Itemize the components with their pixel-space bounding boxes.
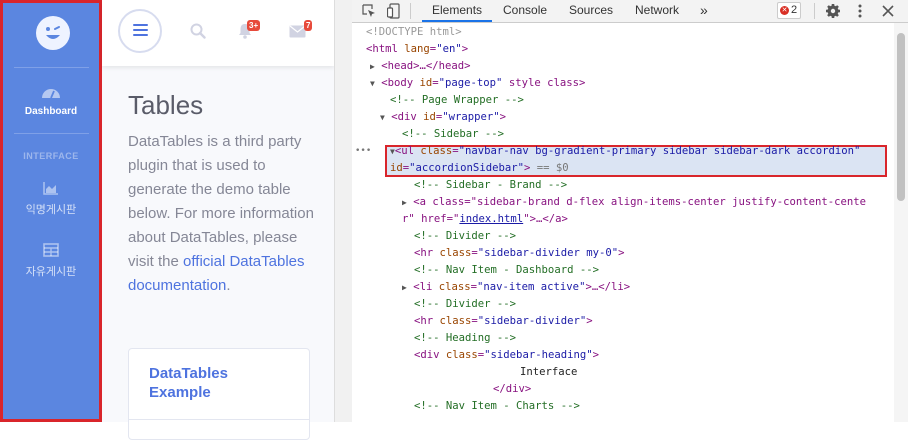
error-count: 2 (791, 4, 798, 16)
dom-line[interactable]: <hr class="sidebar-divider"> (414, 313, 593, 330)
dom-node: <a class="sidebar-brand d-flex align-ite… (413, 196, 867, 208)
devtools-panel: Elements Console Sources Network » ✕ 2 <!… (352, 0, 908, 422)
page-description: DataTables is a third party plugin that … (128, 130, 318, 298)
description-end: . (226, 277, 231, 294)
dom-line[interactable]: <!-- Page Wrapper --> (390, 92, 524, 109)
sidebar-item-label: 익명게시판 (25, 204, 77, 216)
expand-arrow-icon[interactable]: ▶ (370, 62, 375, 71)
dom-line[interactable]: <!-- Divider --> (414, 296, 516, 313)
dom-line-selected-cont[interactable]: id="accordionSidebar"> == $0 (390, 160, 569, 177)
expand-arrow-icon[interactable]: ▶ (402, 198, 407, 207)
dom-line[interactable]: <!-- Nav Item - Dashboard --> (414, 262, 599, 279)
page-content: 3+ 7 Tables DataTables is a third party … (102, 0, 334, 440)
ellipsis-icon[interactable]: ••• (355, 143, 371, 160)
page-scrollbar[interactable] (334, 0, 353, 422)
sidebar: Dashboard INTERFACE 익명게시판 자유게시판 (0, 0, 102, 422)
dom-line[interactable]: <!-- Sidebar - Brand --> (414, 177, 567, 194)
card-title: DataTables Example (149, 365, 228, 401)
dom-node: <div id="wrapper"> (391, 111, 507, 123)
more-tabs-button[interactable]: » (700, 0, 708, 22)
dom-node: <ul class="navbar-nav bg-gradient-primar… (394, 145, 861, 157)
error-counter[interactable]: ✕ 2 (777, 2, 802, 19)
scrollbar-thumb[interactable] (897, 33, 905, 201)
expand-arrow-icon[interactable]: ▶ (402, 283, 407, 292)
laugh-wink-icon[interactable] (36, 16, 70, 50)
dom-line[interactable]: <html lang="en"> (366, 41, 468, 58)
card-header-divider (129, 419, 309, 420)
inspect-element-icon[interactable] (361, 3, 377, 19)
dom-node: <head>…</head> (381, 60, 471, 72)
dom-line[interactable]: </div> (493, 381, 531, 398)
tab-console[interactable]: Console (503, 0, 547, 22)
messages-badge: 7 (304, 20, 313, 31)
dom-node: <body id="page-top" style class> (381, 77, 586, 89)
datatables-card: DataTables Example (128, 348, 310, 440)
alerts-badge: 3+ (247, 20, 261, 31)
tab-elements[interactable]: Elements (422, 0, 493, 22)
device-toolbar-icon[interactable] (387, 3, 401, 19)
devtools-scrollbar[interactable] (894, 23, 908, 422)
sidebar-item-dashboard[interactable]: Dashboard (3, 85, 99, 117)
sidebar-item-label: 자유게시판 (25, 266, 77, 278)
dom-line[interactable]: <hr class="sidebar-divider my-0"> (414, 245, 625, 262)
dom-line[interactable]: ▶ <head>…</head> (370, 58, 471, 75)
tab-sources[interactable]: Sources (569, 0, 613, 22)
dom-text-node[interactable]: Interface (520, 364, 577, 381)
collapse-arrow-icon[interactable]: ▼ (380, 113, 385, 122)
dom-line[interactable]: <!-- Nav Item - Charts --> (414, 398, 580, 415)
sidebar-item-anonymous-board[interactable]: 익명게시판 (3, 181, 99, 217)
dom-line[interactable]: <!-- Divider --> (414, 228, 516, 245)
dom-line[interactable]: ▶ <a class="sidebar-brand d-flex align-i… (402, 194, 866, 211)
dom-line-selected[interactable]: ▼<ul class="navbar-nav bg-gradient-prima… (390, 143, 860, 160)
dom-node: <li class="nav-item active">…</li> (413, 281, 631, 293)
sidebar-divider (14, 67, 89, 68)
dom-line[interactable]: ▶ <li class="nav-item active">…</li> (402, 279, 630, 296)
gear-icon[interactable] (825, 3, 841, 19)
sidebar-divider (14, 133, 89, 134)
table-icon (43, 243, 59, 257)
sidebar-item-label: Dashboard (24, 106, 78, 117)
dom-line[interactable]: <!-- Heading --> (414, 330, 516, 347)
tab-network[interactable]: Network (635, 0, 679, 22)
sidebar-toggle-button[interactable] (118, 9, 162, 53)
chart-area-icon (43, 182, 58, 195)
search-icon[interactable] (190, 23, 206, 39)
dom-node: ">…</a> (523, 213, 568, 225)
dom-line[interactable]: <!-- Sidebar --> (402, 126, 504, 143)
error-icon: ✕ (780, 5, 789, 15)
href-link[interactable]: index.html (459, 213, 523, 225)
more-options-icon[interactable] (856, 3, 864, 19)
sidebar-item-free-board[interactable]: 자유게시판 (3, 243, 99, 279)
dom-line[interactable]: ▼ <body id="page-top" style class> (370, 75, 585, 92)
devtools-toolbar: Elements Console Sources Network » ✕ 2 (352, 0, 908, 23)
dom-node: r" href=" (402, 213, 460, 225)
dom-line[interactable]: r" href="index.html">…</a> (402, 211, 568, 228)
close-icon[interactable] (882, 5, 894, 17)
topbar: 3+ 7 (102, 0, 334, 66)
description-text: DataTables is a third party plugin that … (128, 133, 314, 270)
page-title: Tables (128, 90, 204, 120)
dom-line[interactable]: <!DOCTYPE html> (366, 24, 462, 41)
dom-line[interactable]: <div class="sidebar-heading"> (414, 347, 599, 364)
dom-line[interactable]: ▼ <div id="wrapper"> (380, 109, 506, 126)
toolbar-divider (814, 3, 815, 19)
tachometer-icon (42, 89, 60, 99)
collapse-arrow-icon[interactable]: ▼ (370, 79, 375, 88)
sidebar-heading: INTERFACE (23, 151, 79, 161)
toolbar-divider (410, 3, 411, 19)
